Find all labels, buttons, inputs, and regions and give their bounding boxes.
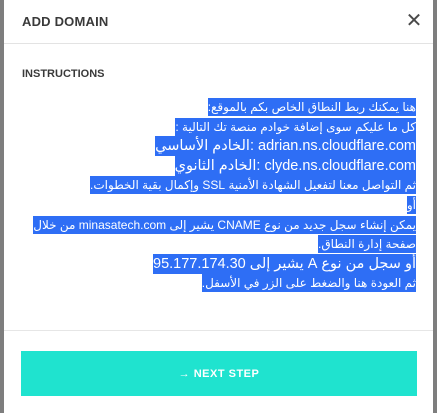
- next-step-button[interactable]: → NEXT STEP: [21, 351, 417, 396]
- modal-header: ADD DOMAIN ✕: [4, 0, 433, 44]
- instruction-line: كل ما عليكم سوى إضافة خوادم منصة تك التا…: [175, 117, 416, 136]
- instruction-line: ثم التواصل معنا لتفعيل الشهادة الأمنية S…: [90, 176, 416, 195]
- secondary-nameserver-line: clyde.ns.cloudflare.com :الخادم الثانوي: [174, 155, 416, 176]
- add-domain-modal: ADD DOMAIN ✕ INSTRUCTIONS هنا يمكنك ربط …: [4, 0, 433, 413]
- instruction-line: ثم العودة هنا والضغط على الزر في الأسفل.: [201, 274, 416, 293]
- close-icon[interactable]: ✕: [403, 10, 425, 32]
- instruction-line: صفحة إدارة النطاق.: [318, 235, 416, 254]
- instruction-line: هنا يمكنك ربط النطاق الخاص بكم بالموقع:: [207, 98, 416, 116]
- modal-title: ADD DOMAIN: [22, 14, 109, 29]
- instructions-text: هنا يمكنك ربط النطاق الخاص بكم بالموقع: …: [21, 98, 416, 294]
- instructions-heading: INSTRUCTIONS: [22, 68, 105, 80]
- footer-divider: [4, 330, 433, 331]
- cname-line: يمكن إنشاء سجل جديد من نوع CNAME يشير إل…: [33, 215, 416, 234]
- a-record-line: أو سجل من نوع A يشير إلى 95.177.174.30: [153, 253, 416, 274]
- instruction-line: أو: [406, 195, 416, 214]
- primary-nameserver-line: adrian.ns.cloudflare.com :الخادم الأساسي: [155, 136, 416, 157]
